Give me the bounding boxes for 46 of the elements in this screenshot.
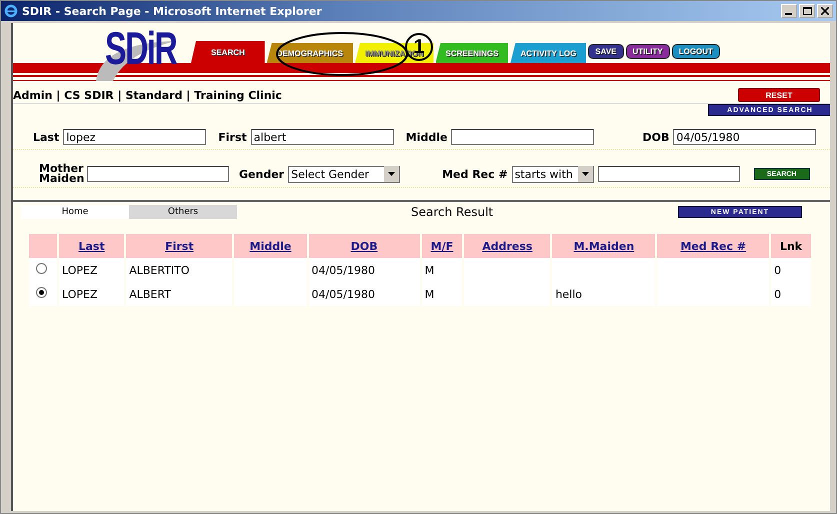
- browser-icon: [4, 4, 18, 18]
- input-field[interactable]: albert: [250, 129, 394, 145]
- table-cell: M: [424, 264, 434, 276]
- minimize-button[interactable]: [781, 4, 797, 18]
- result-tab[interactable]: Home: [21, 205, 129, 219]
- column-header[interactable]: First: [165, 240, 194, 252]
- nav-button[interactable]: LOGOUT: [672, 44, 720, 59]
- field-label: Middle: [406, 130, 448, 144]
- maximize-icon: [802, 7, 812, 15]
- row-radio[interactable]: [36, 263, 47, 274]
- table-cell: ALBERTITO: [129, 264, 190, 276]
- field-label: First: [218, 130, 247, 144]
- maximize-button[interactable]: [799, 4, 815, 18]
- table-cell: LOPEZ: [62, 264, 98, 276]
- reset-button[interactable]: RESET: [738, 88, 820, 102]
- gender-dropdown[interactable]: Select Gender: [288, 166, 400, 182]
- row-radio[interactable]: [36, 287, 47, 298]
- input-field[interactable]: 04/05/1980: [673, 129, 816, 145]
- section-title: Search Result: [411, 205, 494, 219]
- result-tab[interactable]: Others: [129, 205, 237, 219]
- input-field[interactable]: [451, 129, 594, 145]
- nav-tab[interactable]: SEARCH: [191, 41, 265, 63]
- table-cell: LOPEZ: [62, 288, 98, 300]
- table-cell: ALBERT: [129, 288, 171, 300]
- input-field[interactable]: [598, 166, 740, 182]
- table-cell: M: [424, 288, 434, 300]
- nav-button[interactable]: UTILITY: [626, 44, 670, 59]
- field-label: Med Rec #: [442, 168, 508, 180]
- field-label: DOB: [642, 130, 670, 144]
- table-cell: 04/05/1980: [312, 288, 375, 300]
- window-title: SDIR - Search Page - Microsoft Internet Explorer: [22, 4, 323, 18]
- field-label: Gender: [239, 168, 284, 180]
- table-cell: 0: [774, 264, 782, 276]
- nav-button[interactable]: SAVE: [588, 44, 624, 59]
- breadcrumb: Admin | CS SDIR | Standard | Training Clinic: [13, 88, 282, 102]
- table-cell: 04/05/1980: [312, 264, 375, 276]
- match-mode-dropdown[interactable]: starts with: [512, 166, 594, 182]
- close-icon: [821, 7, 829, 15]
- field-label: Last: [33, 130, 60, 144]
- close-button[interactable]: [817, 4, 833, 18]
- input-field[interactable]: [87, 166, 229, 182]
- field-label: Mother Maiden: [39, 164, 83, 184]
- input-field[interactable]: lopez: [63, 129, 206, 145]
- table-cell: 0: [774, 288, 782, 300]
- table-cell: hello: [555, 288, 582, 300]
- column-header[interactable]: DOB: [350, 240, 378, 252]
